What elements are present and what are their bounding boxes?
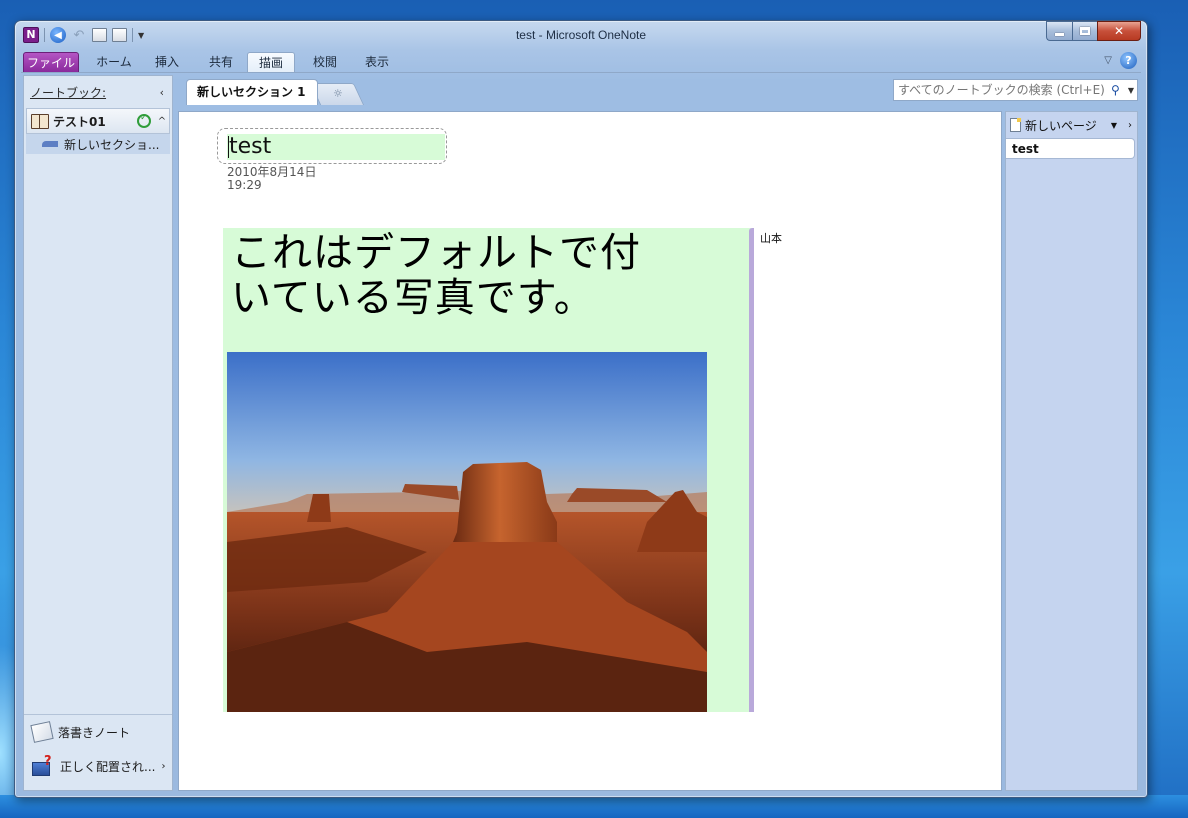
onenote-window: N ◀ ↶ ▼ test - Microsoft OneNote ✕ ファイル … <box>14 20 1148 798</box>
close-icon: ✕ <box>1113 24 1125 38</box>
page-list-header: 新しいページ ▼ › <box>1006 112 1137 138</box>
minimize-button[interactable] <box>1046 21 1072 41</box>
misplaced-sections-link[interactable]: 正しく配置され... › <box>24 749 172 783</box>
window-title: test - Microsoft OneNote <box>515 28 647 42</box>
new-page-dropdown-icon[interactable]: ▼ <box>1107 121 1121 130</box>
maximize-icon <box>1080 27 1090 35</box>
tab-file[interactable]: ファイル <box>23 52 79 73</box>
section-item[interactable]: 新しいセクショ... <box>26 134 170 154</box>
page-tab[interactable]: test <box>1006 138 1135 159</box>
ribbon-right-controls: ▽ ? <box>1104 52 1137 69</box>
close-button[interactable]: ✕ <box>1097 21 1141 41</box>
collapse-notebook-icon[interactable]: ^ <box>155 116 169 127</box>
page-time: 19:29 <box>227 178 262 192</box>
tab-view[interactable]: 表示 <box>357 52 397 73</box>
note-line: これはデフォルトで付 <box>231 230 641 276</box>
desert-photo[interactable] <box>227 352 707 712</box>
page-title[interactable]: test <box>227 134 445 160</box>
misplaced-sections-icon <box>32 754 54 776</box>
page-tabs-pane: 新しいページ ▼ › test <box>1005 111 1138 791</box>
unfiled-notes-link[interactable]: 落書きノート <box>24 715 172 749</box>
ribbon-divider <box>21 72 1141 73</box>
author-label: 山本 <box>760 232 782 245</box>
search-scope-dropdown-icon[interactable]: ▼ <box>1125 86 1137 95</box>
notebooks-label[interactable]: ノートブック: <box>30 84 106 101</box>
desktop-bottom <box>0 795 1188 818</box>
quick-notes-icon <box>30 721 54 743</box>
window-controls: ✕ <box>1046 21 1141 41</box>
search-input[interactable] <box>894 80 1111 100</box>
section-icon <box>42 141 58 147</box>
tab-review[interactable]: 校閲 <box>305 52 345 73</box>
expand-ribbon-icon[interactable]: ▽ <box>1104 55 1112 66</box>
notebook-pane-footer: 落書きノート 正しく配置され... › <box>24 714 172 790</box>
note-text[interactable]: これはデフォルトで付 いている写真です。 <box>231 232 721 322</box>
desert-photo-graphic <box>227 352 707 712</box>
help-icon[interactable]: ? <box>1120 52 1137 69</box>
minimize-icon <box>1055 32 1064 36</box>
title-bar: N ◀ ↶ ▼ test - Microsoft OneNote ✕ <box>15 21 1147 49</box>
notebook-pane-header: ノートブック: ‹ <box>24 76 172 108</box>
section-label: 新しいセクショ... <box>64 137 160 152</box>
new-section-icon[interactable]: ☼ <box>333 87 343 100</box>
page-datetime: 2010年8月14日 19:29 <box>227 166 316 192</box>
notebook-icon <box>31 113 49 129</box>
tab-insert[interactable]: 挿入 <box>147 52 187 73</box>
tab-draw[interactable]: 描画 <box>247 52 295 73</box>
ribbon-tabs: ファイル ホーム 挿入 共有 描画 校閲 表示 ▽ ? <box>21 49 1141 73</box>
new-page-button[interactable]: 新しいページ <box>1025 117 1105 134</box>
sync-icon[interactable] <box>137 113 151 128</box>
notebook-pane: ノートブック: ‹ テスト01 ^ 新しいセクショ... 落書きノート 正しく配… <box>23 75 173 791</box>
unfiled-notes-label: 落書きノート <box>58 725 131 740</box>
new-page-icon <box>1010 118 1021 132</box>
page-canvas[interactable]: test 2010年8月14日 19:29 これはデフォルトで付 いている写真で… <box>178 111 1002 791</box>
tab-section-1[interactable]: 新しいセクション 1 <box>186 79 318 105</box>
collapse-pane-icon[interactable]: ‹ <box>160 86 164 99</box>
collapse-page-tabs-icon[interactable]: › <box>1123 120 1137 131</box>
search-icon[interactable]: ⚲ <box>1111 83 1125 97</box>
notebook-label: テスト01 <box>53 114 106 129</box>
maximize-button[interactable] <box>1072 21 1097 41</box>
tab-share[interactable]: 共有 <box>201 52 241 73</box>
chevron-right-icon: › <box>161 760 166 772</box>
misplaced-sections-label: 正しく配置され... <box>60 759 156 774</box>
search-box: ⚲ ▼ <box>893 79 1138 101</box>
notebook-item[interactable]: テスト01 ^ <box>26 108 170 134</box>
note-line: いている写真です。 <box>231 275 595 321</box>
tab-home[interactable]: ホーム <box>87 52 141 73</box>
author-indicator-bar <box>749 228 754 712</box>
